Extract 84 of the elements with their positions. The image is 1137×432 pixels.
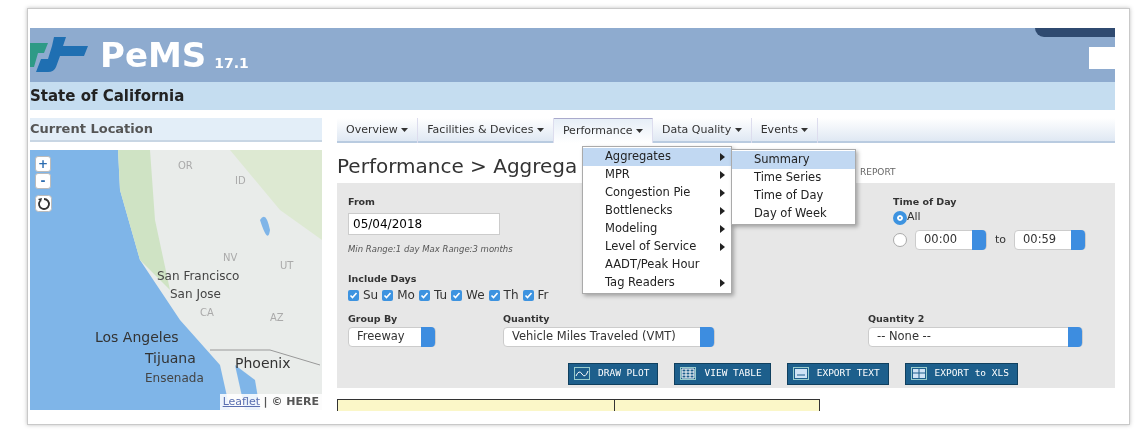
menu-item[interactable]: Aggregates <box>583 148 731 166</box>
menu-item[interactable]: Time Series <box>732 169 855 187</box>
menu-item[interactable]: Summary <box>732 151 855 169</box>
quantity-2-select[interactable]: -- None -- <box>868 326 1083 347</box>
map-label: San Jose <box>170 286 221 303</box>
nav-tab[interactable]: Overview <box>337 118 419 143</box>
start-time-select[interactable]: 00:00 <box>915 229 987 250</box>
menu-item[interactable]: MPR <box>583 166 731 184</box>
nav-tab[interactable]: Data Quality <box>653 118 752 143</box>
quantity-select[interactable]: Vehicle Miles Traveled (VMT) <box>503 326 715 347</box>
end-time-select[interactable]: 00:59 <box>1014 229 1087 250</box>
table-icon <box>680 367 697 380</box>
app-name: PeMS <box>100 38 207 72</box>
page-title: Performance > Aggrega <box>337 153 578 180</box>
checkbox-icon[interactable] <box>522 289 534 301</box>
caret-icon <box>536 128 544 133</box>
panel-title: Current Location <box>30 120 153 139</box>
checkbox-icon[interactable] <box>348 289 359 301</box>
nav-tab[interactable]: Performance <box>553 118 654 143</box>
day-checkbox[interactable]: Mo <box>382 286 415 305</box>
day-checkbox[interactable]: Th <box>488 286 519 305</box>
map-label: Phoenix <box>235 354 291 373</box>
nav-tab[interactable]: Facilities & Devices <box>418 118 554 143</box>
caret-icon <box>801 128 809 133</box>
checkbox-icon[interactable] <box>488 289 500 301</box>
action-button[interactable]: DRAW PLOT <box>568 362 659 385</box>
map-label: AZ <box>270 311 284 325</box>
action-button[interactable]: EXPORT to XLS <box>904 362 1018 385</box>
map-label: CA <box>200 306 214 320</box>
nav-tab[interactable]: Events <box>751 118 819 143</box>
menu-item[interactable]: Level of Service <box>583 238 731 256</box>
version-number: 17.1 <box>214 53 249 73</box>
map-label: San Francisco <box>157 268 240 285</box>
menu-item[interactable]: Time of Day <box>732 187 855 205</box>
day-checkbox[interactable]: Fr <box>522 286 549 305</box>
spreadsheet-icon <box>910 367 927 380</box>
radio-label: All <box>907 209 921 226</box>
field-label: Time of Day <box>893 195 957 209</box>
menu-item[interactable]: Congestion Pie <box>583 184 731 202</box>
radio-button[interactable] <box>893 210 907 225</box>
report-link[interactable]: REPORT <box>860 166 896 180</box>
map-label: Tijuana <box>145 349 196 368</box>
caret-icon <box>636 129 644 133</box>
caret-icon <box>734 128 742 133</box>
day-checkbox[interactable]: Tu <box>418 286 448 305</box>
map[interactable]: + - Leaflet | © HERE OR ID NV UT San Francisco San Jose CA AZ Los Angeles Tijuana Phoenix Ensenada <box>30 150 322 410</box>
menu-item[interactable]: Day of Week <box>732 205 855 223</box>
zoom-in-button[interactable]: + <box>35 156 51 172</box>
field-label: Quantity <box>503 312 550 327</box>
header-field[interactable] <box>1089 47 1115 69</box>
menu-item[interactable]: Modeling <box>583 220 731 238</box>
state-title: State of California <box>30 85 185 107</box>
checkbox-icon[interactable] <box>418 289 430 301</box>
field-label: From <box>348 195 375 209</box>
action-button[interactable]: EXPORT TEXT <box>786 362 889 385</box>
radio-button[interactable] <box>893 232 907 247</box>
day-checkbox[interactable]: We <box>451 286 485 305</box>
leaflet-link[interactable]: Leaflet <box>222 394 261 408</box>
map-label: Ensenada <box>145 370 204 387</box>
action-button[interactable]: VIEW TABLE <box>674 362 771 385</box>
document-icon <box>792 367 809 380</box>
checkbox-icon[interactable] <box>451 289 463 301</box>
map-label: OR <box>178 159 193 173</box>
range-hint: Min Range:1 day Max Range:3 months <box>348 243 513 256</box>
map-label: ID <box>235 174 246 188</box>
menu-item[interactable]: AADT/Peak Hour <box>583 256 731 274</box>
day-checkbox[interactable]: Su <box>348 286 379 305</box>
map-label: NV <box>223 251 238 265</box>
attribution-text: | © HERE <box>263 394 319 408</box>
field-label: Quantity 2 <box>868 312 925 327</box>
from-date-field[interactable]: 05/04/2018 <box>348 213 500 236</box>
menu-item[interactable]: Bottlenecks <box>583 202 731 220</box>
group-by-select[interactable]: Freeway <box>348 326 436 347</box>
caret-icon <box>401 128 409 133</box>
to-label: to <box>995 231 1007 248</box>
zoom-out-button[interactable]: - <box>35 173 51 189</box>
map-label: UT <box>280 259 294 273</box>
menu-item[interactable]: Tag Readers <box>583 274 731 292</box>
checkbox-icon[interactable] <box>382 289 394 301</box>
line-chart-icon <box>574 367 590 380</box>
field-label: Group By <box>348 312 398 327</box>
reset-icon[interactable] <box>35 195 52 212</box>
field-label: Include Days <box>348 272 417 286</box>
map-label: Los Angeles <box>95 328 179 347</box>
